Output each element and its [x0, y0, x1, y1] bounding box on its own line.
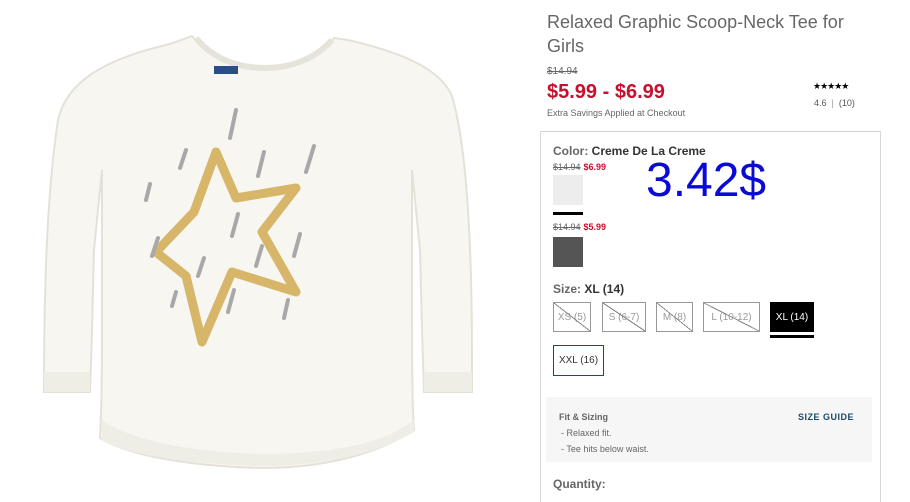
overlay-price-annotation: 3.42$ — [646, 154, 767, 207]
rating-stars-icon[interactable]: ★★★★★ — [813, 81, 849, 92]
rating-summary[interactable]: 4.6 | (10) — [814, 98, 855, 108]
color-swatch-grey[interactable] — [553, 237, 583, 267]
review-count: (10) — [838, 98, 855, 108]
color-swatch-cream[interactable] — [553, 175, 583, 205]
size-option-xs[interactable]: XS (5) — [553, 302, 591, 332]
fit-sizing-title: Fit & Sizing — [559, 412, 608, 422]
size-option-l[interactable]: L (10-12) — [703, 302, 760, 332]
price-range: $5.99 - $6.99 — [547, 81, 665, 103]
size-label: Size: — [553, 282, 582, 296]
swatch-price-grey: $14.94 $5.99 — [553, 222, 606, 232]
product-title: Relaxed Graphic Scoop-Neck Tee for Girls — [547, 12, 844, 56]
size-guide-link[interactable]: SIZE GUIDE — [798, 412, 854, 422]
size-heading: Size: XL (14) — [553, 282, 624, 296]
color-label: Color: — [553, 144, 589, 158]
size-option-xxl[interactable]: XXL (16) — [553, 345, 604, 376]
savings-note: Extra Savings Applied at Checkout — [547, 108, 686, 118]
size-option-xl[interactable]: XL (14) — [770, 302, 814, 332]
size-option-m[interactable]: M (8) — [656, 302, 693, 332]
swatch-selected-underline — [553, 212, 583, 215]
swatch-sale-price: $5.99 — [583, 222, 607, 232]
rating-value: 4.6 — [814, 98, 827, 108]
quantity-label: Quantity: — [553, 477, 606, 491]
size-option-s[interactable]: S (6-7) — [602, 302, 646, 332]
original-price: $14.94 — [547, 66, 578, 77]
size-selected-underline — [770, 335, 814, 338]
swatch-sale-price: $6.99 — [583, 162, 607, 172]
fit-item: - Relaxed fit. — [561, 428, 612, 438]
rating-separator: | — [831, 98, 834, 108]
swatch-price-cream: $14.94 $6.99 — [553, 162, 606, 172]
product-image[interactable] — [0, 0, 520, 490]
swatch-original-price: $14.94 — [553, 222, 581, 232]
swatch-original-price: $14.94 — [553, 162, 581, 172]
fit-item: - Tee hits below waist. — [561, 444, 649, 454]
size-selected: XL (14) — [584, 282, 625, 296]
